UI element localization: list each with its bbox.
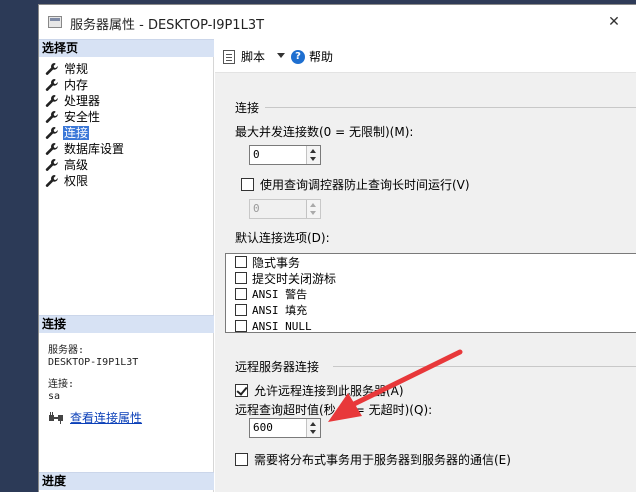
group-divider <box>333 366 636 367</box>
window-title: 服务器属性 - DESKTOP-I9P1L3T <box>70 18 265 33</box>
option-label: ANSI 填充 <box>252 304 308 317</box>
script-dropdown-icon[interactable] <box>277 53 285 58</box>
nav-item-advanced[interactable]: 高级 <box>45 157 205 173</box>
script-icon <box>223 49 235 64</box>
nav-item-permissions[interactable]: 权限 <box>45 173 205 189</box>
nav-item-label: 常规 <box>64 62 89 76</box>
wrench-icon <box>45 95 58 107</box>
option-label: 提交时关闭游标 <box>252 271 337 286</box>
progress-header: 进度 <box>39 472 214 490</box>
close-button[interactable]: ✕ <box>604 14 624 30</box>
query-governor-spinner: 0 <box>249 199 321 219</box>
option-ansi-nulls[interactable]: ANSI NULL <box>226 318 636 334</box>
server-value: DESKTOP-I9P1L3T <box>48 357 139 368</box>
group-divider <box>265 107 636 108</box>
nav-item-label: 处理器 <box>64 94 101 108</box>
remote-timeout-spinner[interactable]: 600 <box>249 418 321 438</box>
option-label: ANSI 警告 <box>252 288 308 301</box>
wrench-icon <box>45 111 58 123</box>
help-icon: ? <box>291 49 305 64</box>
script-label: 脚本 <box>241 50 266 64</box>
distributed-transactions-checkbox[interactable] <box>235 453 248 466</box>
max-connections-value: 0 <box>253 148 260 161</box>
nav-item-security[interactable]: 安全性 <box>45 109 205 125</box>
option-checkbox[interactable] <box>235 272 247 284</box>
select-page-header: 选择页 <box>39 39 214 57</box>
title-bar[interactable]: 服务器属性 - DESKTOP-I9P1L3T ✕ <box>39 5 636 39</box>
script-button[interactable]: 脚本 <box>223 48 265 65</box>
nav-item-processors[interactable]: 处理器 <box>45 93 205 109</box>
connections-group-title: 连接 <box>235 101 260 115</box>
option-checkbox[interactable] <box>235 304 247 316</box>
query-governor-checkbox-row[interactable]: 使用查询调控器防止查询长时间运行(V) <box>241 176 470 193</box>
connection-value: sa <box>48 391 61 402</box>
wrench-icon <box>45 79 58 91</box>
spin-up-icon[interactable] <box>310 149 316 153</box>
wrench-icon <box>45 143 58 155</box>
right-pane: 脚本 ? 帮助 连接 最大并发连接数(0 = 无限制)(M): 0 使用查询调控… <box>215 39 636 492</box>
connection-info: 服务器: DESKTOP-I9P1L3T 连接: sa <box>48 345 138 403</box>
page-nav-list: 常规 内存 处理器 安全性 连接 数据库设置 高级 权限 <box>45 61 205 189</box>
option-checkbox[interactable] <box>235 288 247 300</box>
connection-header: 连接 <box>39 315 214 333</box>
distributed-transactions-label: 需要将分布式事务用于服务器到服务器的通信(E) <box>254 453 511 467</box>
desktop-background <box>0 0 38 492</box>
spin-down-icon <box>310 211 316 215</box>
nav-item-connections[interactable]: 连接 <box>45 125 205 141</box>
wrench-icon <box>45 159 58 171</box>
nav-item-label: 连接 <box>63 126 90 140</box>
connection-label: 连接: <box>48 379 75 390</box>
left-pane: 选择页 常规 内存 处理器 安全性 连接 数据库设置 高级 权限 连接 服务器:… <box>39 39 214 492</box>
nav-item-label: 内存 <box>64 78 89 92</box>
help-label: 帮助 <box>309 50 334 64</box>
remote-timeout-value: 600 <box>253 421 273 434</box>
window-app-icon <box>48 16 62 28</box>
allow-remote-checkbox-row[interactable]: 允许远程连接到此服务器(A) <box>235 382 404 399</box>
wrench-icon <box>45 63 58 75</box>
spin-up-icon[interactable] <box>310 422 316 426</box>
nav-item-database-settings[interactable]: 数据库设置 <box>45 141 205 157</box>
server-label: 服务器: <box>48 345 85 356</box>
option-checkbox[interactable] <box>235 320 247 332</box>
nav-item-general[interactable]: 常规 <box>45 61 205 77</box>
wrench-icon <box>45 175 58 187</box>
default-options-list[interactable]: 隐式事务 提交时关闭游标 ANSI 警告 ANSI 填充 ANSI NULL <box>225 253 636 333</box>
view-connection-properties-link[interactable]: 查看连接属性 <box>70 409 142 426</box>
spin-down-icon[interactable] <box>310 430 316 434</box>
nav-item-label: 安全性 <box>64 110 101 124</box>
remote-group-title: 远程服务器连接 <box>235 360 320 374</box>
option-label: ANSI NULL <box>252 319 312 333</box>
toolbar: 脚本 ? 帮助 <box>215 39 636 73</box>
allow-remote-checkbox[interactable] <box>235 384 248 397</box>
distributed-transactions-checkbox-row[interactable]: 需要将分布式事务用于服务器到服务器的通信(E) <box>235 451 511 468</box>
max-connections-label: 最大并发连接数(0 = 无限制)(M): <box>235 125 414 139</box>
query-governor-label: 使用查询调控器防止查询长时间运行(V) <box>260 178 470 192</box>
nav-item-label: 权限 <box>64 174 89 188</box>
nav-item-label: 高级 <box>64 158 89 172</box>
spin-up-icon <box>310 203 316 207</box>
connection-plug-icon <box>49 411 63 424</box>
help-button[interactable]: ? 帮助 <box>291 48 333 65</box>
option-implicit-transactions[interactable]: 隐式事务 <box>226 254 636 270</box>
option-ansi-warnings[interactable]: ANSI 警告 <box>226 286 636 302</box>
allow-remote-label: 允许远程连接到此服务器(A) <box>254 384 404 398</box>
max-connections-spinner[interactable]: 0 <box>249 145 321 165</box>
option-label: 隐式事务 <box>252 255 301 270</box>
nav-item-label: 数据库设置 <box>64 142 125 156</box>
option-checkbox[interactable] <box>235 256 247 268</box>
connections-page: 连接 最大并发连接数(0 = 无限制)(M): 0 使用查询调控器防止查询长时间… <box>215 74 636 492</box>
nav-item-memory[interactable]: 内存 <box>45 77 205 93</box>
option-ansi-padding[interactable]: ANSI 填充 <box>226 302 636 318</box>
remote-timeout-label: 远程查询超时值(秒, 0 = 无超时)(Q): <box>235 403 433 417</box>
option-cursor-close-on-commit[interactable]: 提交时关闭游标 <box>226 270 636 286</box>
server-properties-window: 服务器属性 - DESKTOP-I9P1L3T ✕ 选择页 常规 内存 处理器 … <box>38 4 636 492</box>
wrench-icon <box>45 127 58 139</box>
spin-down-icon[interactable] <box>310 157 316 161</box>
query-governor-value: 0 <box>253 202 260 215</box>
query-governor-checkbox[interactable] <box>241 178 254 191</box>
view-connection-properties-row: 查看连接属性 <box>48 409 142 426</box>
default-options-label: 默认连接选项(D): <box>235 231 330 245</box>
